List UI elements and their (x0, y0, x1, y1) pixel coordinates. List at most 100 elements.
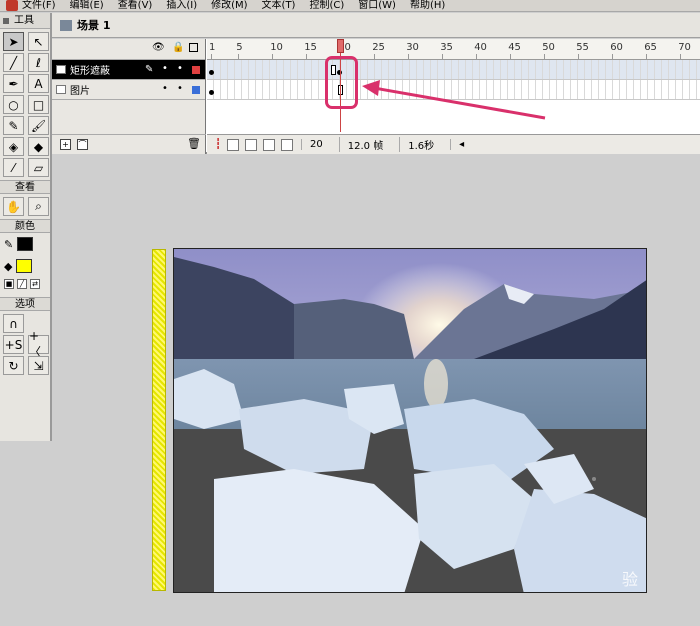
annotation-arrow-icon (362, 80, 546, 120)
visibility-dot[interactable]: • (162, 63, 168, 74)
brush-tool-icon[interactable]: 🖌 (28, 116, 49, 135)
ink-bottle-icon[interactable]: ◈ (3, 137, 24, 156)
menu-modify[interactable]: 修改(M) (211, 0, 247, 11)
center-frame-icon[interactable]: ┇ (215, 139, 221, 150)
ruler-label: 40 (474, 42, 487, 53)
layer-name: 图片 (70, 86, 90, 97)
lock-icon[interactable]: 🔒 (172, 42, 184, 53)
menu-text[interactable]: 文本(T) (262, 0, 296, 11)
edit-multiple-icon[interactable] (263, 138, 276, 151)
menu-bar: 文件(F) 编辑(E) 查看(V) 插入(I) 修改(M) 文本(T) 控制(C… (0, 0, 700, 12)
ruler-tick (442, 54, 444, 59)
arrow-tool-icon[interactable]: ➤ (3, 32, 24, 51)
eraser-icon[interactable]: ▱ (28, 158, 49, 177)
view-tool-grid: ✋ ⌕ (0, 194, 50, 219)
smooth-icon[interactable]: +S (3, 335, 24, 354)
modify-markers-icon[interactable] (281, 138, 294, 151)
layer-row-mask[interactable]: 矩形遮蔽 ✎ • • (52, 60, 205, 80)
frame-ruler[interactable]: 1 5 10 15 20 25 30 35 40 45 50 55 60 65 70 (207, 39, 700, 60)
highlight-box (325, 56, 358, 109)
menu-insert[interactable]: 插入(I) (166, 0, 197, 11)
no-color-icon[interactable]: ╱ (17, 279, 27, 289)
ruler-label: 25 (372, 42, 385, 53)
stroke-color-swatch[interactable] (17, 237, 34, 251)
options-section-label: 选项 (0, 297, 50, 311)
scale-icon[interactable]: ⇲ (28, 356, 49, 375)
ruler-tick (612, 54, 614, 59)
current-frame: 20 (301, 139, 331, 150)
watermark: 验 (621, 570, 638, 589)
bucket-icon: ◆ (4, 259, 13, 273)
swap-colors-icon[interactable]: ⇄ (30, 279, 40, 289)
snap-magnet-icon[interactable]: ∩ (3, 314, 24, 333)
rectangle-tool-icon[interactable]: □ (28, 95, 49, 114)
pencil-icon: ✎ (145, 64, 154, 75)
ruler-label: 30 (406, 42, 419, 53)
ruler-label: 1 (209, 42, 216, 53)
scene-label[interactable]: 场景 1 (77, 17, 110, 33)
elapsed-time: 1.6秒 (399, 137, 442, 152)
ruler-tick (408, 54, 410, 59)
layer-color-box[interactable] (192, 66, 200, 74)
menu-control[interactable]: 控制(C) (309, 0, 344, 11)
ruler-tick (680, 54, 682, 59)
add-guide-layer-icon[interactable]: ⌒ (77, 139, 88, 150)
menu-window[interactable]: 窗口(W) (358, 0, 396, 11)
onion-outline-icon[interactable] (245, 138, 258, 151)
frame-rate[interactable]: 12.0 帧 (338, 137, 391, 152)
menu-view[interactable]: 查看(V) (118, 0, 153, 11)
eyedropper-icon[interactable]: ⁄ (3, 158, 24, 177)
menu-edit[interactable]: 编辑(E) (70, 0, 104, 11)
ruler-tick (272, 54, 274, 59)
line-tool-icon[interactable]: ╱ (3, 53, 24, 72)
glacier-lake-image (174, 249, 646, 592)
ruler-label: 45 (508, 42, 521, 53)
text-tool-icon[interactable]: A (28, 74, 49, 93)
stage-photo[interactable]: 验 (173, 248, 647, 593)
ruler-tick (374, 54, 376, 59)
timeline-status-bar: ┇ 20 12.0 帧 1.6秒 ◂ (207, 134, 700, 154)
oval-tool-icon[interactable]: ○ (3, 95, 24, 114)
rotate-icon[interactable]: ↻ (3, 356, 24, 375)
ruler-tick (578, 54, 580, 59)
menu-file[interactable]: 文件(F) (22, 0, 56, 11)
ruler-tick (238, 54, 240, 59)
lock-dot[interactable]: • (177, 63, 183, 74)
ruler-tick (544, 54, 546, 59)
paint-bucket-icon[interactable]: ◆ (28, 137, 49, 156)
hand-tool-icon[interactable]: ✋ (3, 197, 24, 216)
visibility-dot[interactable]: • (162, 83, 168, 94)
add-layer-icon[interactable]: + (60, 139, 71, 150)
lock-dot[interactable]: • (177, 83, 183, 94)
default-colors-icon[interactable]: ■ (4, 279, 14, 289)
lasso-tool-icon[interactable]: ℓ (28, 53, 49, 72)
menu-help[interactable]: 帮助(H) (410, 0, 445, 11)
ruler-label: 35 (440, 42, 453, 53)
layer-name: 矩形遮蔽 (70, 66, 110, 77)
straighten-icon[interactable]: +〈 (28, 329, 49, 359)
pen-tool-icon[interactable]: ✒ (3, 74, 24, 93)
pencil-tool-icon[interactable]: ✎ (3, 116, 24, 135)
fill-color-swatch[interactable] (16, 259, 33, 273)
subselect-tool-icon[interactable]: ↖ (28, 32, 49, 51)
trash-icon[interactable]: 🗑 (187, 138, 201, 150)
view-section-label: 查看 (0, 180, 50, 194)
playhead[interactable] (337, 39, 344, 53)
tool-grid: ➤ ↖ ╱ ℓ ✒ A ○ □ ✎ 🖌 ◈ ◆ ⁄ ▱ (0, 29, 50, 180)
ruler-tick (510, 54, 512, 59)
outline-icon[interactable] (189, 43, 198, 52)
zoom-tool-icon[interactable]: ⌕ (28, 197, 49, 216)
keyframe (209, 70, 214, 75)
mask-rectangle[interactable] (152, 249, 166, 591)
frame-row-mask[interactable] (207, 60, 700, 80)
layer-row-image[interactable]: 图片 • • (52, 80, 205, 100)
layer-color-box[interactable] (192, 86, 200, 94)
onion-skin-icon[interactable] (227, 138, 240, 151)
scroll-left-icon[interactable]: ◂ (450, 139, 472, 150)
scene-icon (60, 19, 72, 31)
ruler-label: 55 (576, 42, 589, 53)
ruler-tick (211, 54, 212, 59)
ruler-label: 65 (644, 42, 657, 53)
color-controls: ■ ╱ ⇄ (0, 277, 50, 291)
eye-icon[interactable]: 👁 (152, 42, 165, 53)
